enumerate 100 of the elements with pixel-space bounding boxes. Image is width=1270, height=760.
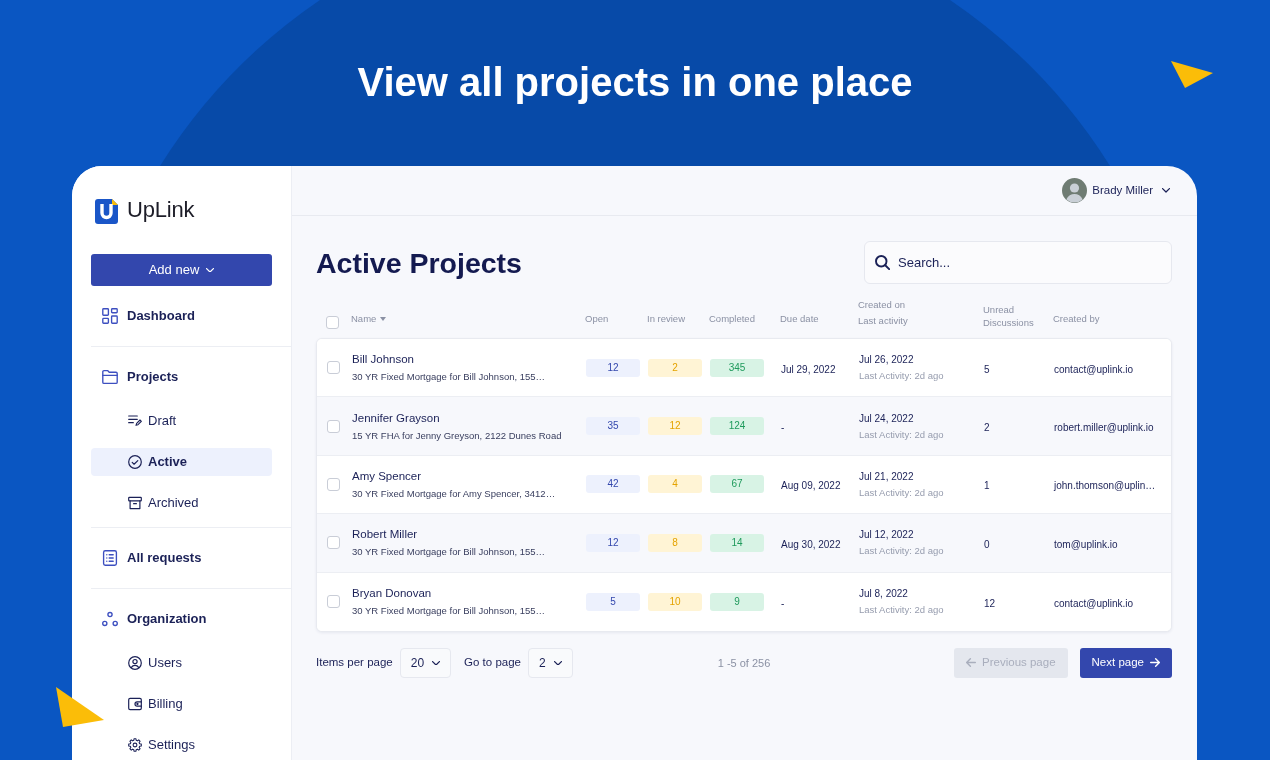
in-review-count-badge: 8 (648, 533, 702, 552)
three-circles-icon (102, 611, 118, 627)
add-new-button[interactable]: Add new (91, 254, 272, 286)
list-icon (102, 550, 118, 566)
row-checkbox[interactable] (327, 536, 340, 550)
completed-count-badge: 14 (710, 533, 764, 552)
grid-icon (102, 308, 118, 324)
chevron-down-icon (553, 660, 562, 666)
open-count-badge: 12 (586, 358, 640, 377)
last-activity: Last Activity: 2d ago (859, 604, 944, 617)
check-circle-icon (128, 455, 142, 469)
creator-email: contact@uplink.io (1054, 363, 1134, 375)
chevron-down-icon (206, 267, 215, 273)
chevron-down-icon (432, 660, 441, 666)
due-date: - (781, 597, 785, 609)
row-checkbox[interactable] (327, 361, 340, 375)
nav-subitem[interactable]: Active (91, 448, 272, 476)
gear-icon (128, 738, 142, 752)
due-date: - (781, 422, 785, 434)
nav-item[interactable]: Dashboard (91, 296, 272, 336)
creator-email: contact@uplink.io (1054, 597, 1134, 609)
completed-count-badge: 67 (710, 475, 764, 494)
open-count-badge: 42 (586, 475, 640, 494)
nav-subitem[interactable]: Archived (91, 489, 272, 517)
row-checkbox[interactable] (327, 595, 340, 609)
completed-count-badge: 124 (710, 417, 764, 436)
unread-count: 0 (984, 538, 990, 550)
creator-email: tom@uplink.io (1054, 538, 1118, 550)
triangle-icon (56, 687, 104, 727)
select-all-checkbox[interactable] (326, 316, 339, 329)
project-description: 30 YR Fixed Mortgage for Bill Johnson, 155… (352, 605, 546, 618)
in-review-count-badge: 10 (648, 592, 702, 611)
items-per-page-label: Items per page (316, 655, 393, 671)
folder-icon (102, 369, 118, 385)
logo-text: UpLink (127, 197, 195, 223)
nav-item[interactable]: Organization (91, 599, 272, 639)
due-date: Jul 29, 2022 (781, 363, 836, 375)
arrow-left-icon (966, 658, 977, 668)
created-date: Jul 21, 2022 (859, 469, 914, 483)
open-count-badge: 12 (586, 533, 640, 552)
wallet-icon (128, 697, 142, 711)
unread-count: 12 (984, 597, 996, 609)
nav-subitem[interactable]: Billing (91, 690, 272, 718)
page-dropdown[interactable]: 2 (528, 647, 573, 678)
project-name: Bryan Donovan (352, 586, 432, 601)
created-date: Jul 12, 2022 (859, 528, 914, 542)
nav-subitem[interactable]: Users (91, 649, 272, 677)
open-count-badge: 5 (586, 592, 640, 611)
last-activity: Last Activity: 2d ago (859, 370, 944, 383)
project-description: 15 YR FHA for Jenny Greyson, 2122 Dunes Road (352, 429, 562, 442)
avatar-icon (1062, 178, 1088, 203)
user-circle-icon (128, 656, 142, 670)
project-description: 30 YR Fixed Mortgage for Bill Johnson, 155… (352, 546, 546, 559)
nav-subitem[interactable]: Draft (91, 407, 272, 435)
open-count-badge: 35 (586, 417, 640, 436)
search-icon (875, 255, 890, 270)
creator-email: john.thomson@uplin… (1054, 480, 1156, 492)
page-range: 1 -5 of 256 (717, 655, 771, 671)
unread-count: 5 (984, 363, 990, 375)
created-date: Jul 8, 2022 (859, 587, 908, 601)
archive-box-icon (128, 496, 142, 510)
created-date: Jul 26, 2022 (859, 353, 914, 367)
chevron-down-icon (1162, 188, 1170, 193)
in-review-count-badge: 4 (648, 475, 702, 494)
go-to-page-label: Go to page (464, 655, 521, 671)
triangle-icon (1171, 61, 1213, 88)
items-per-page-dropdown[interactable]: 20 (399, 647, 452, 678)
due-date: Aug 30, 2022 (781, 538, 841, 550)
created-date: Jul 24, 2022 (859, 411, 914, 425)
nav-item[interactable]: All requests (91, 538, 272, 578)
project-name: Jennifer Grayson (352, 410, 440, 425)
column-subheader: Last activity (858, 314, 908, 328)
project-description: 30 YR Fixed Mortgage for Bill Johnson, 155… (352, 371, 546, 384)
search-field[interactable]: Search... (864, 241, 1172, 284)
unread-count: 1 (984, 480, 990, 492)
project-name: Bill Johnson (352, 352, 414, 367)
logo-icon (95, 196, 120, 224)
completed-count-badge: 345 (710, 358, 764, 377)
project-name: Amy Spencer (352, 468, 422, 483)
unread-count: 2 (984, 422, 990, 434)
next-page-button[interactable]: Next page (1079, 647, 1172, 678)
last-activity: Last Activity: 2d ago (859, 428, 944, 441)
page-title: Active Projects (316, 245, 522, 280)
nav-subitem[interactable]: Settings (91, 731, 272, 759)
completed-count-badge: 9 (710, 592, 764, 611)
user-menu-button[interactable]: Brady Miller (1092, 181, 1170, 200)
arrow-right-icon (1150, 658, 1160, 668)
creator-email: robert.miller@uplink.io (1054, 422, 1154, 434)
headline: View all projects in one place (357, 59, 913, 106)
project-description: 30 YR Fixed Mortgage for Amy Spencer, 3412… (352, 487, 556, 500)
sort-caret-icon (380, 316, 387, 321)
project-name: Robert Miller (352, 527, 418, 542)
pencil-lines-icon (128, 414, 142, 428)
nav-item[interactable]: Projects (91, 357, 272, 397)
due-date: Aug 09, 2022 (781, 480, 841, 492)
row-checkbox[interactable] (327, 419, 340, 433)
in-review-count-badge: 2 (648, 358, 702, 377)
last-activity: Last Activity: 2d ago (859, 486, 944, 499)
last-activity: Last Activity: 2d ago (859, 545, 944, 558)
row-checkbox[interactable] (327, 477, 340, 491)
